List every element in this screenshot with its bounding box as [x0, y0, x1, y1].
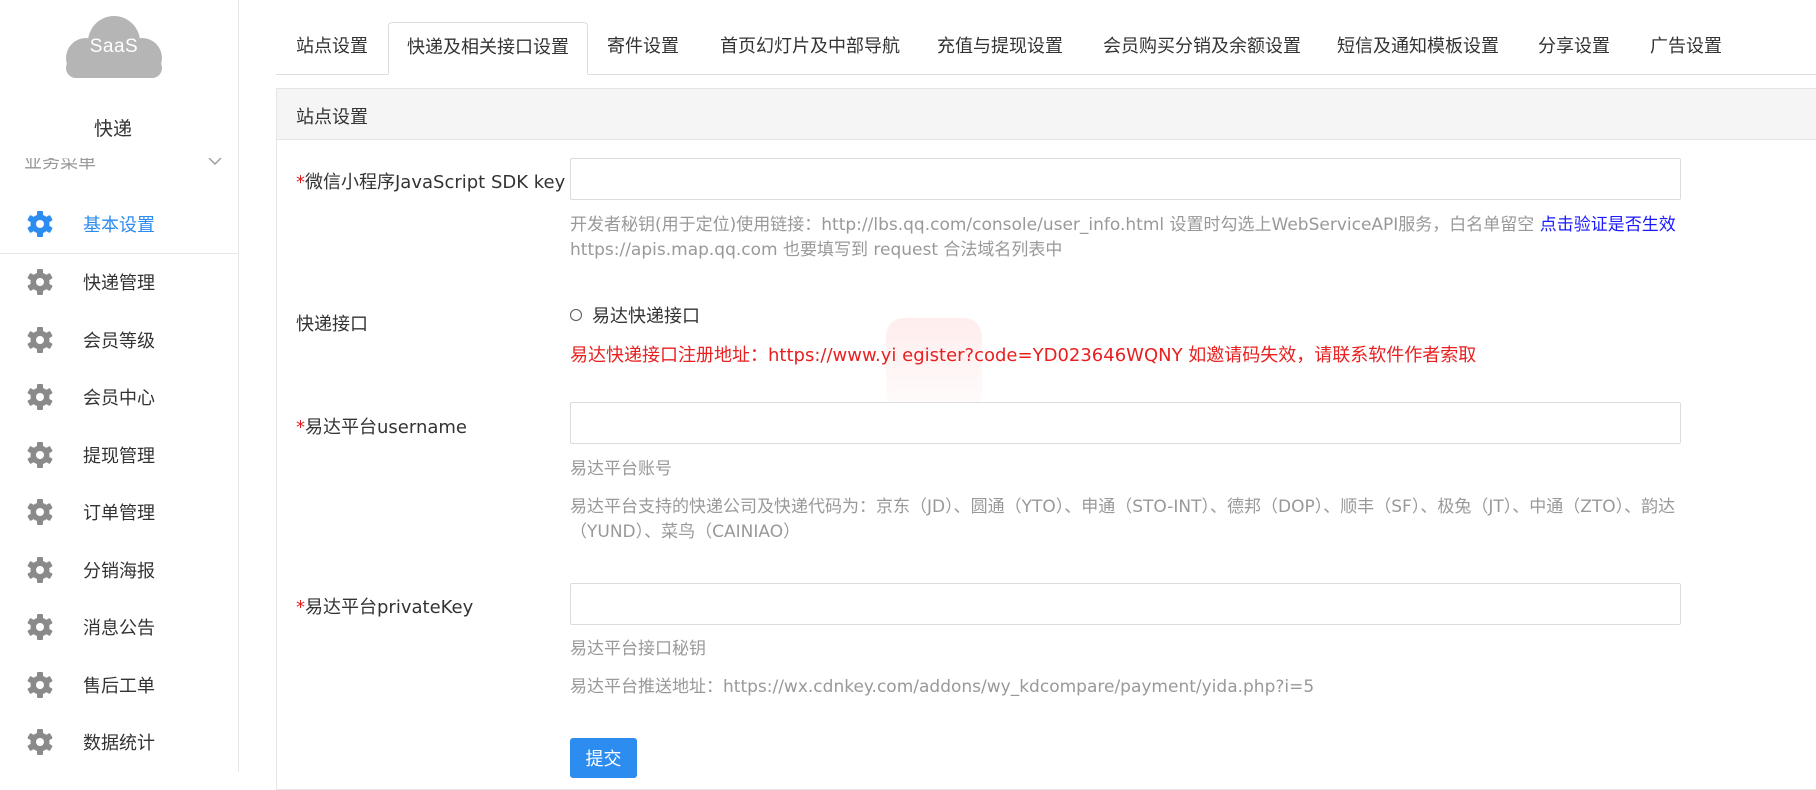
gear-icon: [27, 269, 53, 295]
username-input[interactable]: [570, 402, 1681, 444]
sdk-key-help: 开发者秘钥(用于定位)使用链接：http://lbs.qq.com/consol…: [570, 213, 1680, 263]
push-url-help: 易达平台推送地址：https://wx.cdnkey.com/addons/wy…: [570, 677, 1315, 697]
sdk-key-help-text: 开发者秘钥(用于定位)使用链接：http://lbs.qq.com/consol…: [570, 215, 1535, 235]
sidebar-item-label: 消息公告: [83, 618, 155, 640]
tab-homepage-slides[interactable]: 首页幻灯片及中部导航: [720, 22, 900, 72]
radio-circle-icon[interactable]: [570, 309, 582, 321]
tab-sms-templates[interactable]: 短信及通知模板设置: [1337, 22, 1499, 72]
sidebar-item-announcements[interactable]: 消息公告: [0, 599, 238, 657]
sidebar-item-label: 分销海报: [83, 560, 155, 582]
sidebar-item-after-sales[interactable]: 售后工单: [0, 656, 238, 714]
logo-text: SaaS: [89, 36, 139, 57]
logo-area: SaaS 快递: [0, 0, 238, 158]
gear-icon: [27, 614, 53, 640]
sidebar-item-label: 订单管理: [83, 503, 155, 525]
gear-icon: [27, 442, 53, 468]
tab-shipping-settings[interactable]: 寄件设置: [607, 22, 679, 72]
sidebar-item-basic-settings[interactable]: 基本设置: [0, 195, 238, 254]
username-express-codes: 易达平台支持的快递公司及快递代码为：京东（JD）、圆通（YTO）、申通（STO-…: [570, 497, 1676, 542]
sdk-key-help-text-2: https://apis.map.qq.com 也要填写到 request 合法…: [570, 240, 1063, 260]
tab-share-settings[interactable]: 分享设置: [1538, 22, 1610, 72]
required-mark: *: [296, 172, 305, 193]
username-label: *易达平台username: [296, 413, 467, 439]
gear-icon: [27, 327, 53, 353]
sidebar-item-distribution-poster[interactable]: 分销海报: [0, 541, 238, 599]
verify-link[interactable]: 点击验证是否生效: [1540, 215, 1676, 235]
tab-ad-settings[interactable]: 广告设置: [1650, 22, 1722, 72]
sidebar-item-label: 会员等级: [83, 330, 155, 352]
sidebar-item-label: 提现管理: [83, 445, 155, 467]
gear-icon: [27, 211, 53, 237]
settings-tabs: 站点设置 快递及相关接口设置 寄件设置 首页幻灯片及中部导航 充值与提现设置 会…: [276, 22, 1816, 75]
username-help: 易达平台账号: [570, 459, 672, 479]
sidebar: SaaS 快递 业务菜单 基本设置 快递管理 会员等级 会员中心 提现管理 订单…: [0, 0, 239, 772]
username-label-text: 易达平台username: [305, 417, 467, 438]
sidebar-item-statistics[interactable]: 数据统计: [0, 714, 238, 772]
sidebar-item-label: 数据统计: [83, 733, 155, 755]
sdk-key-label: *微信小程序JavaScript SDK key: [296, 168, 565, 194]
submit-button[interactable]: 提交: [570, 738, 637, 778]
tab-site-settings[interactable]: 站点设置: [296, 22, 368, 72]
sdk-key-label-text: 微信小程序JavaScript SDK key: [305, 172, 566, 193]
express-api-option-label: 易达快递接口: [592, 306, 700, 327]
private-key-label: *易达平台privateKey: [296, 593, 473, 619]
sidebar-item-member-level[interactable]: 会员等级: [0, 311, 238, 369]
tab-recharge-withdrawal[interactable]: 充值与提现设置: [937, 22, 1063, 72]
express-api-register-note: 易达快递接口注册地址：https://www.yi egister?code=Y…: [570, 345, 1477, 366]
panel-header: 站点设置: [277, 89, 1816, 140]
panel-title: 站点设置: [296, 107, 368, 128]
app-name: 快递: [93, 118, 132, 140]
express-api-radio[interactable]: 易达快递接口: [570, 302, 700, 328]
sidebar-item-orders[interactable]: 订单管理: [0, 484, 238, 542]
gear-icon: [27, 557, 53, 583]
private-key-input[interactable]: [570, 583, 1681, 625]
sidebar-item-label: 基本设置: [83, 214, 155, 236]
required-mark: *: [296, 417, 305, 438]
sidebar-item-label: 快递管理: [83, 273, 155, 295]
tab-express-api-settings[interactable]: 快递及相关接口设置: [388, 22, 588, 75]
gear-icon: [27, 672, 53, 698]
sidebar-menu: 基本设置 快递管理 会员等级 会员中心 提现管理 订单管理 分销海报 消息公告: [0, 195, 238, 771]
sidebar-item-withdrawal[interactable]: 提现管理: [0, 426, 238, 484]
private-key-label-text: 易达平台privateKey: [305, 597, 474, 618]
express-api-label: 快递接口: [296, 314, 368, 335]
gear-icon: [27, 499, 53, 525]
sdk-key-input[interactable]: [570, 158, 1681, 200]
sidebar-item-member-center[interactable]: 会员中心: [0, 369, 238, 427]
gear-icon: [27, 384, 53, 410]
sidebar-item-label: 售后工单: [83, 675, 155, 697]
tab-member-distribution[interactable]: 会员购买分销及余额设置: [1103, 22, 1301, 72]
sidebar-item-express-management[interactable]: 快递管理: [0, 254, 238, 312]
sidebar-item-label: 会员中心: [83, 388, 155, 410]
required-mark: *: [296, 597, 305, 618]
private-key-help: 易达平台接口秘钥: [570, 639, 706, 659]
gear-icon: [27, 729, 53, 755]
